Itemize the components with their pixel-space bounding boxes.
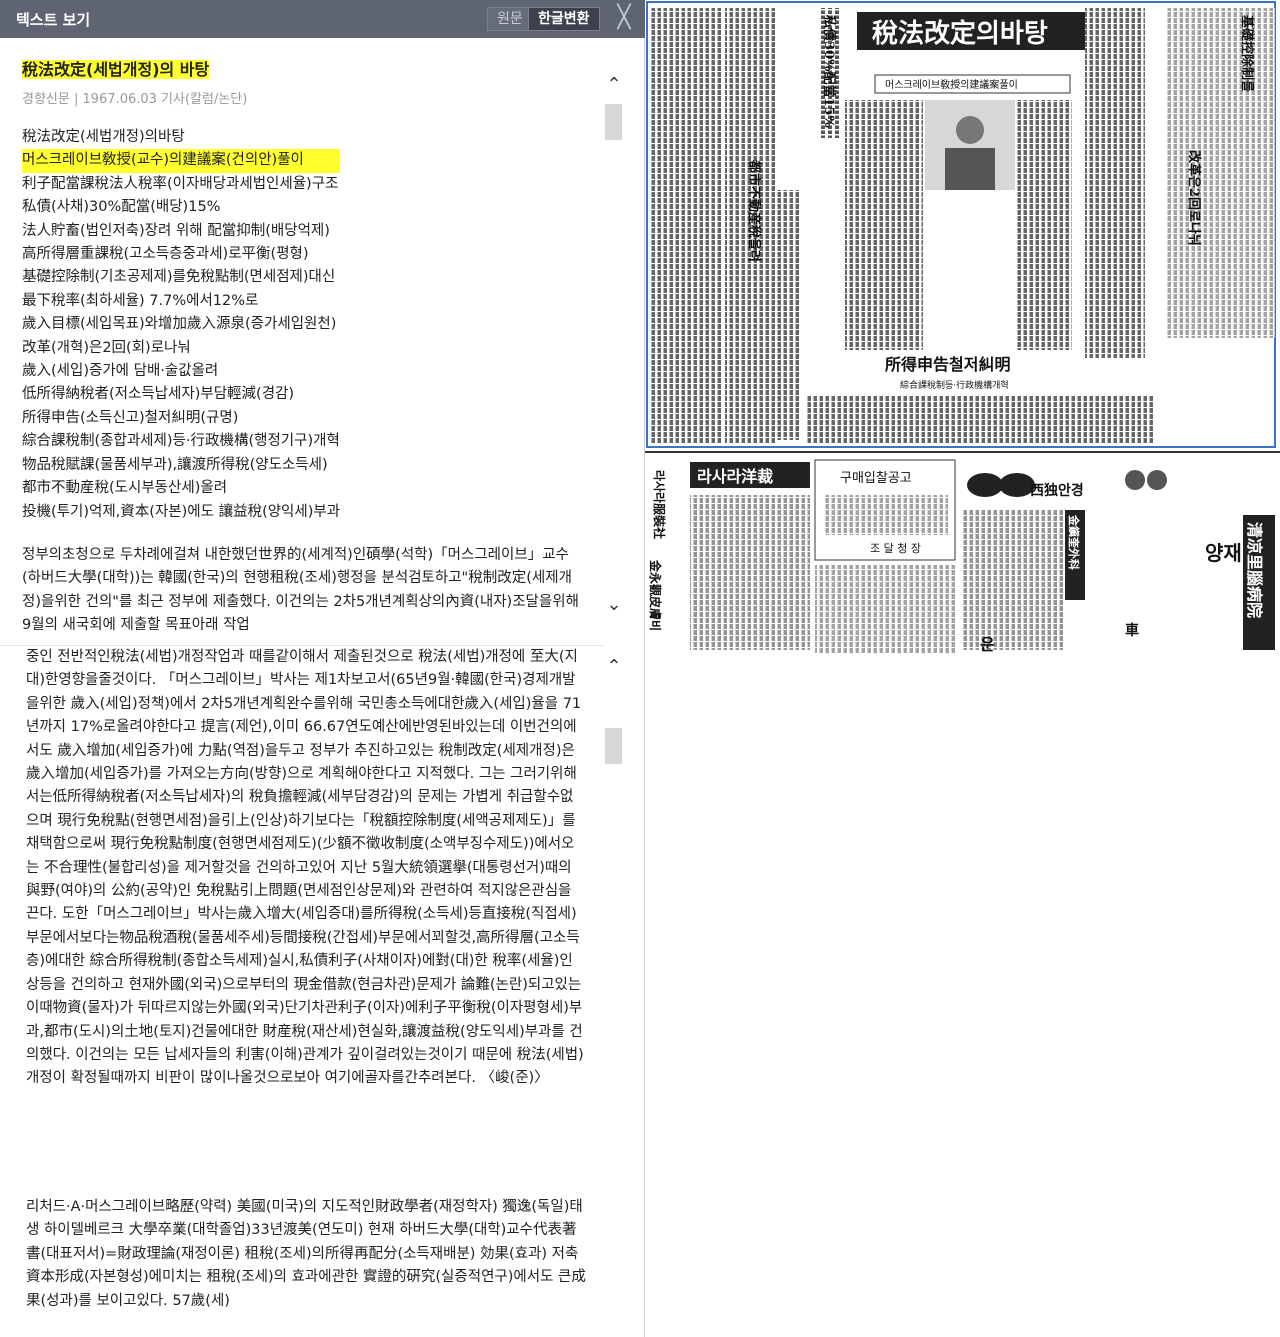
article-scroll-area-bottom: 중인 전반적인稅法(세법)개정작업과 때를같이해서 제출된것으로 稅法(세법)개… bbox=[0, 645, 605, 1337]
news-reform-headline: 改革은2回로나눠 bbox=[1186, 150, 1202, 246]
summary-line: 所得申告(소득신고)철저糾明(규명) bbox=[22, 409, 239, 426]
ad-yang: 양재 bbox=[1205, 541, 1242, 565]
scroll-down-arrow-icon[interactable]: ⌄ bbox=[605, 596, 623, 614]
summary-line: 綜合課稅制(종합과세제)등·行政機構(행정기구)개혁 bbox=[22, 433, 340, 450]
summary-line: 低所得納稅者(저소득납세자)부담輕減(경감) bbox=[22, 386, 295, 403]
newspaper-scan: 稅法改定의바탕 머스크레이브敎授의建議案풀이 所得申告철저糾明 綜合課稅制등·行… bbox=[645, 0, 1280, 655]
summary-line: 稅法改定(세법개정)의바탕 bbox=[22, 129, 185, 145]
summary-line: 改革(개혁)은2回(회)로나눠 bbox=[22, 339, 191, 356]
scrollbar-top[interactable]: ⌃ ⌄ bbox=[605, 76, 623, 621]
ad-rasara-vertical: 라사라服裝社 bbox=[652, 470, 667, 539]
newspaper-image: 稅法改定의바탕 머스크레이브敎授의建議案풀이 所得申告철저糾明 綜合課稅制등·行… bbox=[645, 0, 1280, 655]
ad-hospital: 清凉里腦病院 bbox=[1245, 522, 1264, 618]
ad-glasses: 西独안경 bbox=[1030, 482, 1084, 499]
summary-line: 歲入(세입)증가에 담배·술값올려 bbox=[22, 363, 219, 380]
summary-line: 最下稅率(최하세율) 7.7%에서12%로 bbox=[22, 292, 259, 309]
news-urban-headline: 都市不動産稅올려 bbox=[746, 159, 762, 262]
news-private-headline: 私債30%配當15% bbox=[821, 15, 837, 129]
close-icon[interactable]: ╳ bbox=[611, 6, 637, 32]
summary-line: 物品稅賦課(물품세부과),讓渡所得稅(양도소득세) bbox=[22, 456, 328, 473]
ad-car: 車 bbox=[1125, 622, 1139, 639]
news-income-headline: 所得申告철저糾明 bbox=[885, 355, 1010, 374]
scroll-thumb[interactable] bbox=[605, 728, 622, 764]
ad-kim: 金永觀皮膚비 bbox=[648, 559, 663, 631]
summary-line: 投機(투기)억제,資本(자본)에도 讓益稅(양익세)부과 bbox=[22, 503, 341, 520]
news-income-sub: 綜合課稅制등·行政機構개혁 bbox=[900, 379, 1009, 391]
summary-line: 都市不動産稅(도시부동산세)올려 bbox=[22, 480, 228, 497]
author-bio: 리처드·A·머스그레이브略歷(약력) 美國(미국)의 지도적인財政學者(재정학자… bbox=[26, 1199, 586, 1309]
scroll-up-arrow-icon[interactable]: ⌃ bbox=[605, 658, 623, 676]
article-paragraph-2: 중인 전반적인稅法(세법)개정작업과 때를같이해서 제출된것으로 稅法(세법)개… bbox=[26, 649, 584, 1087]
news-subtitle: 머스크레이브敎授의建議案풀이 bbox=[885, 78, 1018, 91]
summary-line: 歲入目標(세입목표)와增加歲入源泉(증가세입원천) bbox=[22, 316, 337, 333]
text-view-panel: 텍스트 보기 원문 한글변환 ╳ 稅法改定(세법개정)의 바탕 경향신문 | 1… bbox=[0, 0, 645, 1337]
summary-line: 法人貯畜(법인저축)장려 위해 配當抑制(배당억제) bbox=[22, 222, 330, 239]
article-scroll-area-top: 稅法改定(세법개정)의 바탕 경향신문 | 1967.06.03 기사(칼럼/논… bbox=[0, 52, 605, 645]
scroll-up-arrow-icon[interactable]: ⌃ bbox=[605, 76, 623, 94]
scrollbar-bottom[interactable]: ⌃ bbox=[605, 658, 623, 1337]
article-source: 경향신문 | 1967.06.03 기사(칼럼/논단) bbox=[22, 92, 248, 107]
summary-list: 稅法改定(세법개정)의바탕머스크레이브敎授(교수)의建議案(건의안)풀이 利子配當… bbox=[22, 126, 341, 524]
ad-agency: 조 달 청 장 bbox=[870, 542, 921, 555]
ad-un: 운 bbox=[980, 635, 995, 654]
ad-rasara: 라사라洋裁 bbox=[697, 467, 773, 486]
summary-line: 私債(사채)30%配當(배당)15% bbox=[22, 199, 221, 216]
summary-line: 利子配當課稅法人稅率(이자배당과세법인세율)구조 bbox=[22, 175, 339, 192]
ad-gold-clinic: 金鎭奎外科 bbox=[1067, 514, 1081, 570]
scroll-thumb[interactable] bbox=[605, 104, 622, 140]
original-text-button[interactable]: 원문 bbox=[487, 7, 533, 31]
title-bar: 텍스트 보기 원문 한글변환 ╳ bbox=[0, 0, 645, 38]
ad-purchase-title: 구매입찰공고 bbox=[840, 471, 912, 486]
summary-line: 基礎控除制(기초공제제)를免稅點制(면세점제)대신 bbox=[22, 269, 336, 286]
news-headline-main: 稅法改定의바탕 bbox=[872, 18, 1048, 49]
article-paragraph-1: 정부의초청으로 두차례에걸쳐 내한했던世界的(세계적)인碩學(석학)「머스그레이… bbox=[22, 547, 579, 634]
window-title: 텍스트 보기 bbox=[16, 11, 91, 29]
news-basic-headline: 基礎控除制를 bbox=[1239, 14, 1255, 92]
hangul-convert-button[interactable]: 한글변환 bbox=[528, 7, 600, 31]
summary-line: 머스크레이브敎授(교수)의建議案(건의안)풀이 bbox=[22, 149, 341, 173]
article-headline: 稅法改定(세법개정)의 바탕 bbox=[22, 60, 210, 79]
summary-line: 高所得層重課稅(고소득층중과세)로平衡(평형) bbox=[22, 246, 309, 263]
